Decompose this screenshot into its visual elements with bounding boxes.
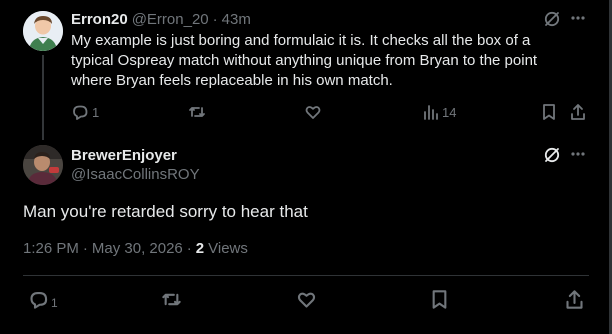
share-icon xyxy=(566,290,583,309)
repost-button[interactable] xyxy=(188,103,206,121)
share-icon xyxy=(571,104,585,120)
grok-icon-main[interactable] xyxy=(543,146,561,164)
bookmark-button[interactable] xyxy=(541,103,557,121)
header-separator: · xyxy=(212,10,218,28)
bookmark-icon xyxy=(432,290,447,309)
main-author-handle[interactable]: @IsaacCollinsROY xyxy=(71,166,200,183)
tweet-timestamp[interactable]: 1:26 PM xyxy=(23,240,79,257)
heart-icon xyxy=(305,106,321,119)
views-button[interactable]: 14 xyxy=(423,103,456,121)
tweet-meta: 1:26 PM · May 30, 2026 · 2 Views xyxy=(23,240,248,257)
divider xyxy=(23,275,589,276)
reply-count-main: 1 xyxy=(51,295,58,310)
repost-icon xyxy=(189,107,205,117)
meta-separator: · xyxy=(186,240,192,257)
tweet-time[interactable]: 43m xyxy=(222,11,251,28)
reply-tweet-text: My example is just boring and formulaic … xyxy=(71,32,538,89)
analytics-icon xyxy=(424,105,438,120)
share-button[interactable] xyxy=(569,103,587,121)
repost-button-main[interactable] xyxy=(161,289,182,310)
views-label: Views xyxy=(208,240,248,257)
repost-icon xyxy=(162,293,181,306)
grok-icon[interactable] xyxy=(543,10,561,28)
main-author-name[interactable]: BrewerEnjoyer xyxy=(71,147,177,164)
main-tweet-text: Man you're retarded sorry to hear that xyxy=(23,202,308,221)
author-handle[interactable]: @Erron_20 xyxy=(132,11,209,28)
reply-count: 1 xyxy=(92,104,100,120)
author-name[interactable]: Erron20 xyxy=(71,11,128,28)
reply-icon xyxy=(30,292,48,309)
thread-connector-line xyxy=(42,55,44,140)
reply-button-main[interactable]: 1 xyxy=(28,289,58,310)
brewerenjoyer-avatar[interactable] xyxy=(23,145,63,185)
like-button-main[interactable] xyxy=(296,289,317,310)
like-button[interactable] xyxy=(304,103,322,121)
reply-button[interactable]: 1 xyxy=(71,103,99,121)
bookmark-icon xyxy=(543,104,555,120)
erron20-avatar[interactable] xyxy=(23,11,63,51)
reply-icon xyxy=(73,105,88,120)
tweet-date[interactable]: May 30, 2026 xyxy=(92,240,183,257)
reply-tweet-header: Erron20 @Erron_20 · 43m xyxy=(71,9,251,29)
more-options-icon-main[interactable] xyxy=(571,152,585,156)
heart-icon xyxy=(297,292,316,308)
bookmark-button-main[interactable] xyxy=(430,289,449,310)
views-count: 14 xyxy=(442,104,457,120)
main-tweet-actions: 1 xyxy=(23,289,589,311)
views-count-main: 2 xyxy=(195,240,205,257)
meta-separator: · xyxy=(82,240,88,257)
more-options-icon[interactable] xyxy=(571,16,585,20)
share-button-main[interactable] xyxy=(564,289,585,310)
reply-tweet-actions: 1 14 xyxy=(71,103,591,123)
